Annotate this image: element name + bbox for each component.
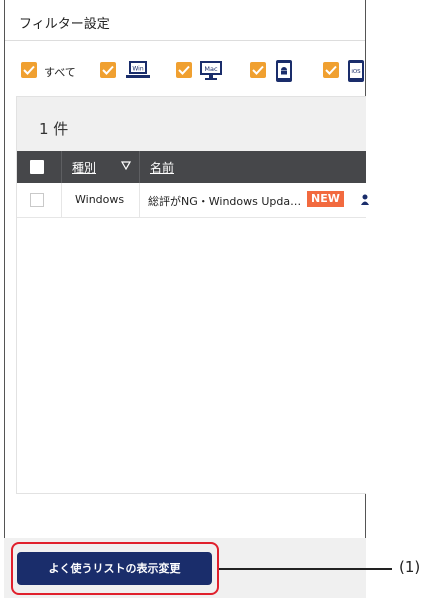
windows-laptop-icon: Win bbox=[126, 61, 150, 78]
ios-icon-text: iOS bbox=[351, 69, 361, 75]
filter-windows-checkbox[interactable] bbox=[100, 62, 116, 78]
checkmark-icon bbox=[325, 65, 337, 75]
checkmark-icon bbox=[23, 65, 35, 75]
filter-android-checkbox[interactable] bbox=[250, 62, 266, 78]
title-divider bbox=[5, 40, 365, 41]
filter-icon[interactable] bbox=[121, 161, 131, 170]
row-checkbox[interactable] bbox=[30, 193, 44, 207]
filter-all-checkbox[interactable] bbox=[21, 62, 37, 78]
select-all-checkbox[interactable] bbox=[30, 160, 44, 174]
windows-icon-text: Win bbox=[132, 66, 143, 73]
column-header-type[interactable]: 種別 bbox=[72, 159, 96, 176]
count-bar: 1 件 bbox=[17, 97, 366, 151]
table-row[interactable]: Windows 総評がNG・Windows Upda… NEW bbox=[17, 183, 369, 218]
column-divider bbox=[139, 151, 140, 183]
os-filter-bar: すべて Win Mac iOS bbox=[21, 60, 365, 82]
new-badge: NEW bbox=[307, 191, 344, 207]
row-name-link[interactable]: 総評がNG・Windows Upda… bbox=[148, 193, 301, 209]
result-count: 1 件 bbox=[39, 120, 69, 138]
android-phone-icon bbox=[276, 60, 292, 82]
checkmark-icon bbox=[102, 65, 114, 75]
filter-ios-checkbox[interactable] bbox=[323, 62, 339, 78]
user-icon[interactable] bbox=[361, 194, 369, 205]
column-divider bbox=[61, 183, 62, 217]
callout-label: (1) bbox=[399, 558, 421, 576]
column-header-name[interactable]: 名前 bbox=[150, 159, 174, 176]
callout-highlight-box bbox=[11, 542, 219, 595]
filter-all-label: すべて bbox=[44, 66, 76, 79]
result-list: 1 件 種別 名前 Windows 総評がNG・Windows Upda… NE… bbox=[16, 96, 369, 494]
table-header: 種別 名前 bbox=[17, 151, 366, 183]
mac-monitor-icon: Mac bbox=[200, 61, 222, 80]
filter-mac-checkbox[interactable] bbox=[176, 62, 192, 78]
column-divider bbox=[61, 151, 62, 183]
checkmark-icon bbox=[178, 65, 190, 75]
column-divider bbox=[139, 183, 140, 217]
checkmark-icon bbox=[252, 65, 264, 75]
ios-phone-icon: iOS bbox=[348, 60, 364, 82]
mac-icon-text: Mac bbox=[204, 65, 218, 73]
callout-line bbox=[219, 568, 392, 570]
row-type: Windows bbox=[75, 193, 125, 206]
panel-title: フィルター設定 bbox=[19, 17, 110, 32]
